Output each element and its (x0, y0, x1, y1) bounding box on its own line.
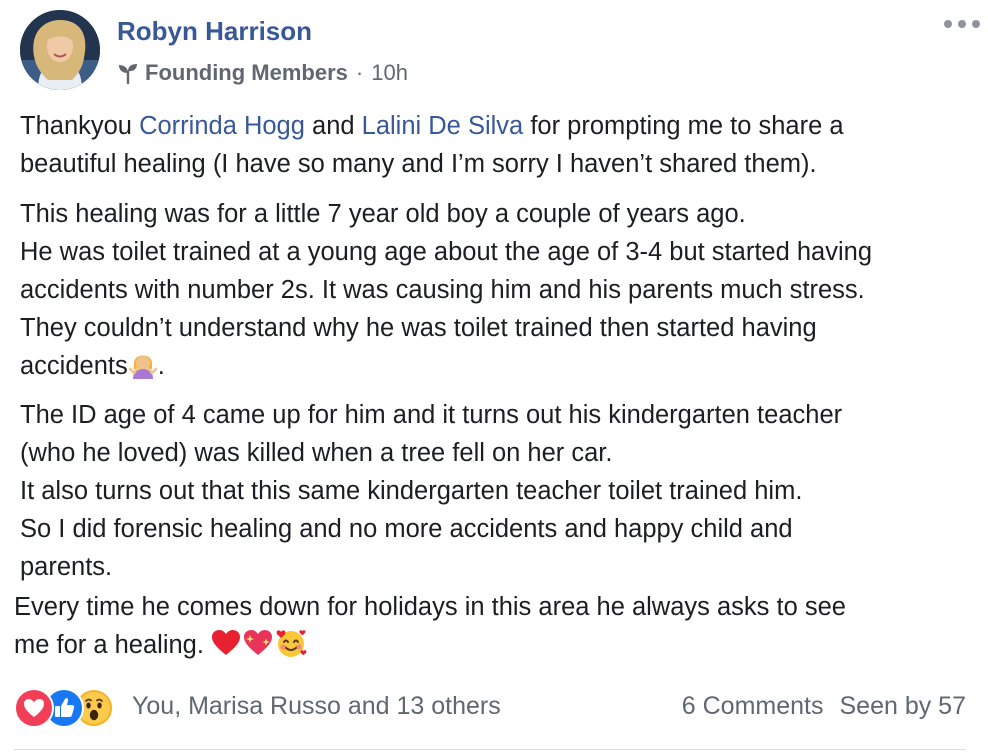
text-line: accidents with number 2s. It was causing… (20, 276, 865, 304)
text-line: accidents . (20, 347, 970, 390)
text-line: Every time he comes down for holidays in… (14, 593, 846, 621)
reactions-bar[interactable]: You, Marisa Russo and 13 others (14, 686, 501, 728)
mention-link[interactable]: Corrinda Hogg (139, 112, 305, 140)
text-line: parents. (20, 553, 113, 581)
text-line: me for a healing. (14, 626, 964, 669)
text-line: So I did forensic healing and no more ac… (20, 515, 793, 543)
more-options-icon[interactable] (944, 14, 980, 34)
post-stats: 6 Comments Seen by 57 (682, 686, 966, 726)
text-line: He was toilet trained at a young age abo… (20, 238, 872, 266)
red-heart-emoji (211, 628, 241, 669)
smiling-face-with-hearts-emoji (275, 628, 307, 669)
author-avatar[interactable] (20, 10, 100, 90)
reactions-summary[interactable]: You, Marisa Russo and 13 others (132, 692, 501, 721)
text-segment: and (304, 112, 362, 140)
post-meta: Founding Members · 10h (117, 58, 408, 88)
text-segment: . (157, 352, 165, 380)
text-segment: Thankyou (20, 112, 140, 140)
sparkling-heart-emoji (241, 628, 275, 669)
more-dot (972, 20, 980, 28)
text-line: (who he loved) was killed when a tree fe… (20, 439, 613, 467)
text-line: It also turns out that this same kinderg… (20, 477, 803, 505)
reaction-icons (14, 686, 126, 728)
group-name[interactable]: Founding Members (145, 60, 348, 86)
text-segment: accidents (20, 352, 128, 380)
footer-divider (14, 749, 966, 750)
post-paragraph-4: Every time he comes down for holidays in… (14, 588, 964, 669)
author-name[interactable]: Robyn Harrison (117, 16, 312, 47)
post-timestamp[interactable]: 10h (371, 60, 408, 86)
text-line: beautiful healing (I have so many and I’… (20, 150, 817, 178)
meta-separator: · (355, 60, 364, 85)
text-line: This healing was for a little 7 year old… (20, 200, 746, 228)
post-paragraph-1: Thankyou Corrinda Hogg and Lalini De Sil… (20, 107, 970, 183)
text-line: Thankyou Corrinda Hogg and Lalini De Sil… (20, 107, 970, 145)
more-dot (944, 20, 952, 28)
comments-count[interactable]: 6 Comments (682, 692, 824, 721)
love-reaction-icon (14, 688, 54, 728)
woman-shrugging-emoji (128, 349, 158, 390)
more-dot (958, 20, 966, 28)
mention-link[interactable]: Lalini De Silva (362, 112, 524, 140)
text-segment: me for a healing. (14, 631, 212, 659)
text-line: They couldn’t understand why he was toil… (20, 314, 817, 342)
post-card: Robyn Harrison Founding Members · 10h Th… (0, 0, 988, 756)
post-paragraph-2: This healing was for a little 7 year old… (20, 195, 970, 390)
sprout-icon (117, 62, 139, 85)
text-segment: for prompting me to share a (523, 112, 844, 140)
text-line: The ID age of 4 came up for him and it t… (20, 401, 843, 429)
post-paragraph-3: The ID age of 4 came up for him and it t… (20, 396, 970, 586)
seen-by-count[interactable]: Seen by 57 (840, 692, 967, 721)
